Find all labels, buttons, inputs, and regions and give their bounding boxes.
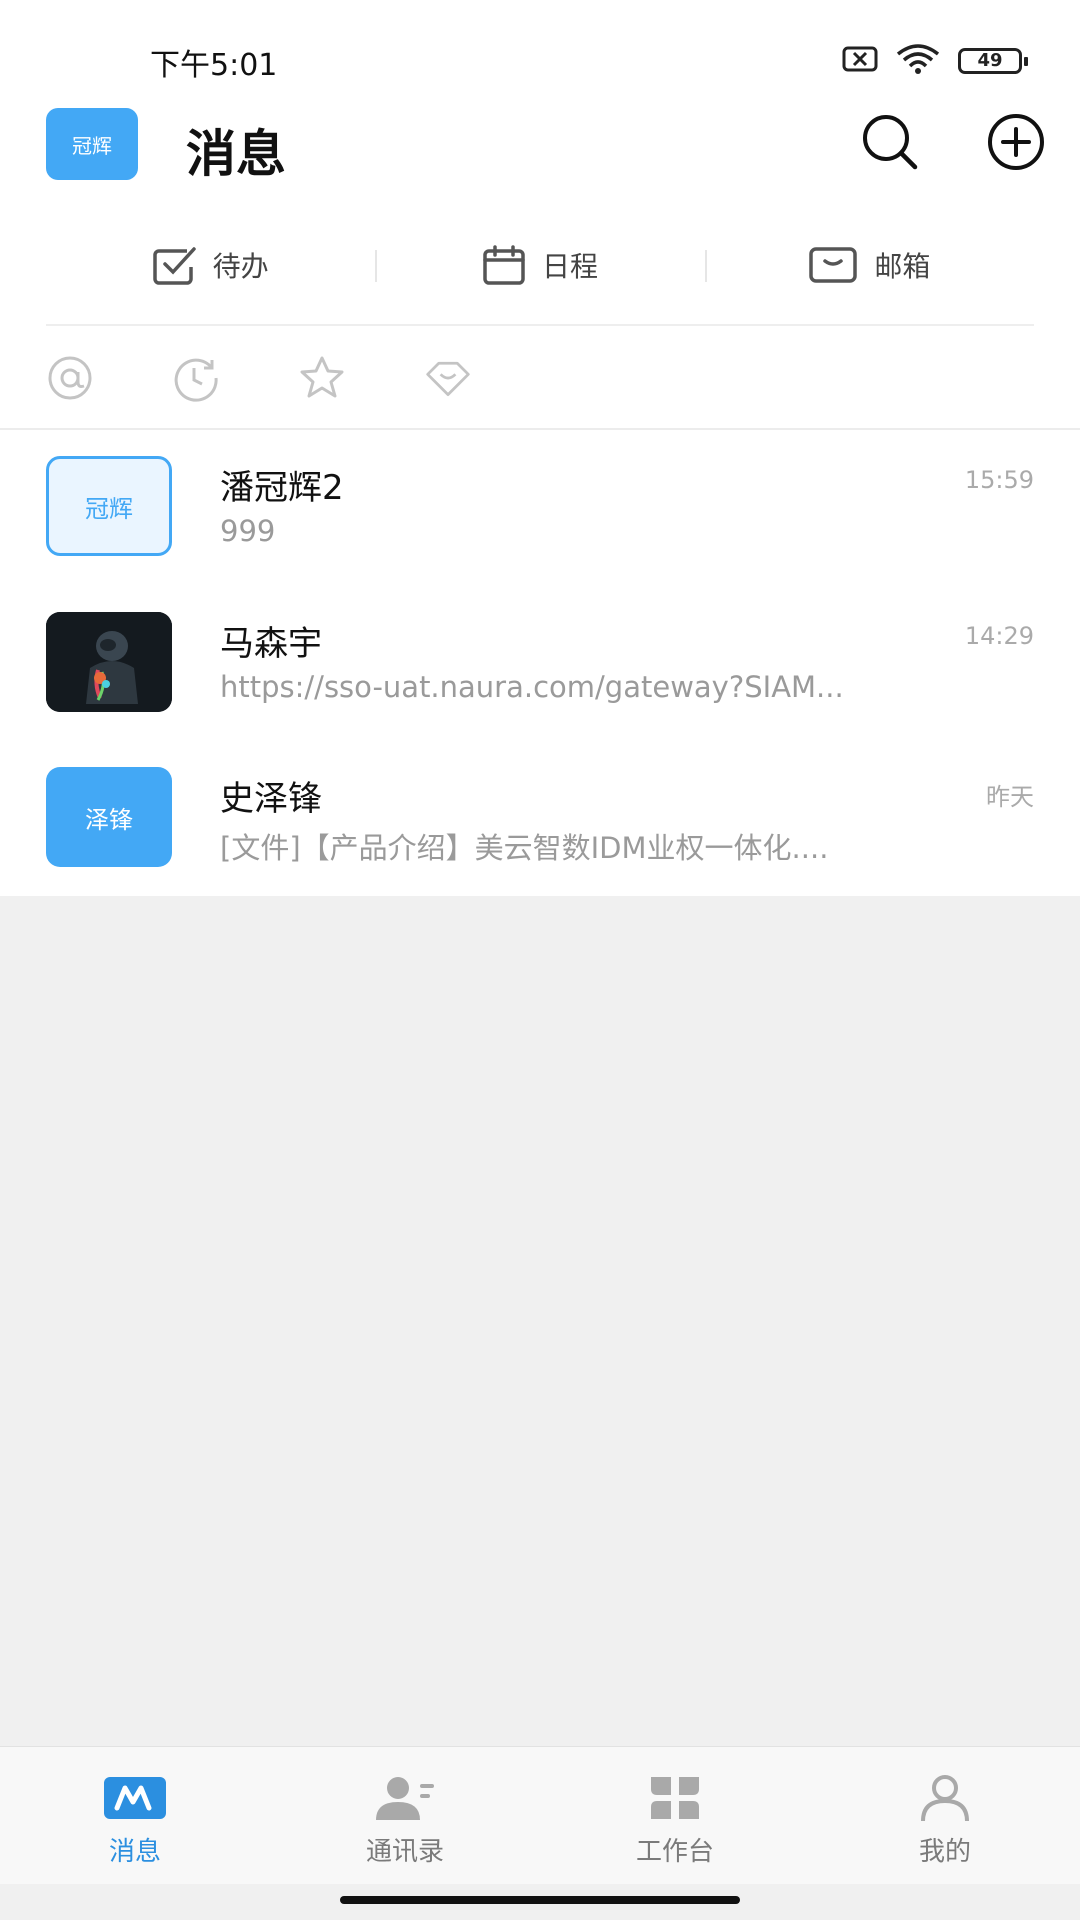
profile-icon <box>912 1773 978 1823</box>
conversation-list: 冠辉 潘冠辉2 15:59 999 马森宇 14:29 https://sso-… <box>0 428 1080 896</box>
tab-label: 工作台 <box>635 1837 714 1867</box>
quick-calendar-label: 日程 <box>541 250 598 283</box>
status-icons: 49 <box>842 44 1028 78</box>
tab-me[interactable]: 我的 <box>810 1747 1080 1884</box>
quick-todo-label: 待办 <box>212 250 269 283</box>
recent-clock-icon <box>174 358 218 402</box>
conversation-time: 昨天 <box>986 783 1034 811</box>
search-icon <box>863 115 918 170</box>
contacts-icon <box>372 1773 438 1823</box>
search-button[interactable] <box>858 110 922 174</box>
todo-check-icon <box>152 247 196 285</box>
page-title: 消息 <box>186 125 286 183</box>
tab-contacts[interactable]: 通讯录 <box>270 1747 540 1884</box>
calendar-icon <box>483 245 525 285</box>
tab-label: 通讯录 <box>365 1837 444 1867</box>
astronaut-avatar-icon <box>46 612 172 712</box>
filter-starred[interactable] <box>298 354 346 402</box>
add-button[interactable] <box>984 110 1048 174</box>
no-sim-icon <box>842 46 878 76</box>
avatar: 泽锋 <box>46 767 172 867</box>
filter-mentions[interactable] <box>46 354 94 402</box>
messages-logo-icon <box>102 1773 168 1823</box>
conversation-name: 潘冠辉2 <box>220 468 344 508</box>
header-avatar[interactable]: 冠辉 <box>46 108 138 180</box>
avatar: 冠辉 <box>46 456 172 556</box>
conversation-preview: [文件]【产品介绍】美云智数IDM业权一体化.... <box>220 831 829 865</box>
tab-label: 我的 <box>918 1837 971 1867</box>
mail-icon <box>809 247 858 283</box>
quick-mail-label: 邮箱 <box>874 250 931 283</box>
filter-liked[interactable] <box>424 354 472 402</box>
conversation-item[interactable]: 冠辉 潘冠辉2 15:59 999 <box>0 430 1080 586</box>
bottom-tab-bar: 消息 通讯录 工作台 我的 <box>0 1746 1080 1884</box>
at-mention-icon <box>48 356 92 400</box>
conversation-time: 15:59 <box>964 466 1034 494</box>
status-bar: 下午5:01 49 <box>0 0 1080 100</box>
conversation-time: 14:29 <box>964 622 1034 650</box>
avatar <box>46 612 172 712</box>
conversation-item[interactable]: 泽锋 史泽锋 昨天 [文件]【产品介绍】美云智数IDM业权一体化.... <box>0 741 1080 896</box>
conversation-preview: https://sso-uat.naura.com/gateway?SIAM..… <box>220 670 844 704</box>
quick-actions: 待办 日程 邮箱 <box>46 230 1034 300</box>
tab-messages[interactable]: 消息 <box>0 1747 270 1884</box>
quick-mail[interactable]: 邮箱 <box>704 230 1034 300</box>
tab-workbench[interactable]: 工作台 <box>540 1747 810 1884</box>
plus-circle-icon <box>988 114 1044 170</box>
conversation-preview: 999 <box>220 514 276 548</box>
filter-row <box>46 350 472 406</box>
top-panel: 下午5:01 49 冠辉 消息 待办 日程 邮箱 <box>0 0 1080 428</box>
divider <box>46 324 1034 326</box>
tab-label: 消息 <box>108 1837 161 1867</box>
conversation-item[interactable]: 马森宇 14:29 https://sso-uat.naura.com/gate… <box>0 586 1080 741</box>
conversation-name: 马森宇 <box>220 624 322 664</box>
quick-todo[interactable]: 待办 <box>46 230 375 300</box>
conversation-name: 史泽锋 <box>220 779 322 819</box>
star-icon <box>300 356 344 398</box>
wifi-icon <box>896 44 940 78</box>
quick-calendar[interactable]: 日程 <box>375 230 704 300</box>
heart-icon <box>426 361 470 396</box>
battery-indicator: 49 <box>958 48 1028 74</box>
home-indicator[interactable] <box>340 1896 740 1904</box>
workbench-grid-icon <box>642 1773 708 1823</box>
status-time: 下午5:01 <box>150 48 278 83</box>
filter-recent[interactable] <box>172 354 220 402</box>
